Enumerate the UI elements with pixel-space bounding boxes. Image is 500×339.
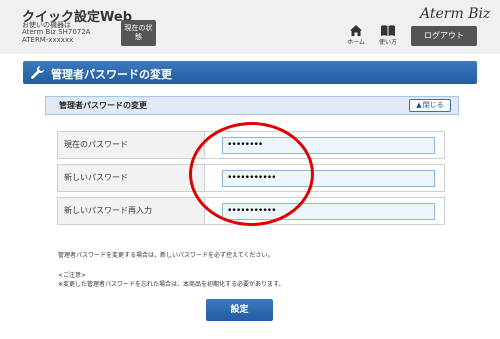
- guide-button[interactable]: 使い方: [372, 24, 404, 52]
- submit-button[interactable]: 設定: [206, 299, 273, 321]
- chevron-up-icon: ▲: [416, 101, 422, 109]
- subpanel-header: 管理者パスワードの変更 ▲閉じる: [45, 96, 459, 115]
- wrench-icon: [31, 66, 44, 79]
- brand-logo: Aterm Biz: [420, 6, 491, 22]
- home-icon: [350, 25, 362, 36]
- note-line: 管理者パスワードを変更する場合は、新しいパスワードを必ず控えてください。: [58, 252, 274, 259]
- caution-text: ※変更した管理者パスワードを忘れた場合は、本商品を初期化する必要があります。: [58, 281, 285, 288]
- collapse-label: 閉じる: [422, 101, 444, 109]
- home-label: ホーム: [347, 39, 365, 46]
- confirm-password-label: 新しいパスワード再入力: [58, 198, 205, 224]
- guide-label: 使い方: [378, 39, 397, 46]
- header-bar: クイック設定Web お使いの機器は Aterm Biz SH7072A ATER…: [0, 0, 500, 54]
- current-password-label: 現在のパスワード: [58, 132, 205, 158]
- annotation-circle: [189, 122, 314, 226]
- logout-button[interactable]: ログアウト: [411, 26, 477, 46]
- subpanel-title: 管理者パスワードの変更: [59, 101, 147, 110]
- section-banner: 管理者パスワードの変更: [23, 61, 477, 84]
- caution-heading: <ご注意>: [58, 272, 87, 279]
- device-id: ATERM-xxxxxx: [22, 36, 74, 44]
- book-icon: [381, 25, 395, 36]
- current-status-button[interactable]: 現在の状態: [121, 20, 156, 46]
- collapse-button[interactable]: ▲閉じる: [409, 99, 451, 112]
- section-title: 管理者パスワードの変更: [51, 68, 172, 81]
- home-button[interactable]: ホーム: [340, 24, 372, 52]
- new-password-label: 新しいパスワード: [58, 165, 205, 191]
- device-model: Aterm Biz SH7072A: [22, 28, 91, 36]
